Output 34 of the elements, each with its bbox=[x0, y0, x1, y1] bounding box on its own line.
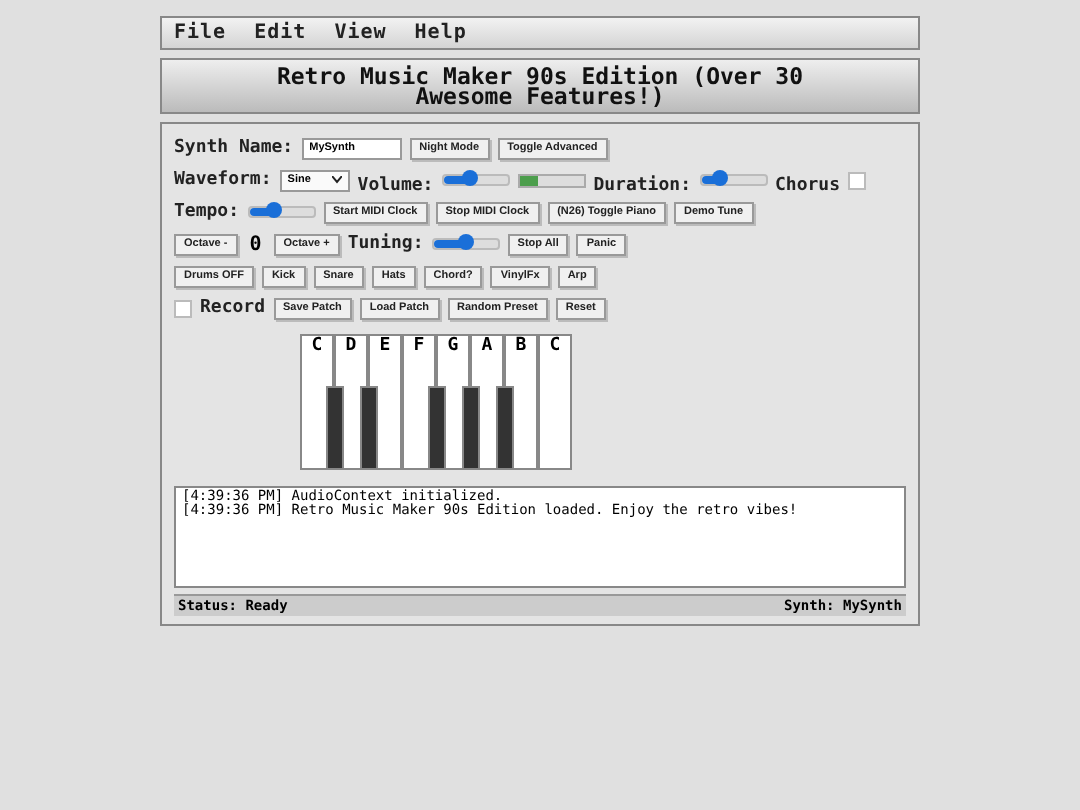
slider-track[interactable] bbox=[699, 174, 767, 186]
key-label: B bbox=[513, 336, 529, 356]
menu-item[interactable]: Help bbox=[414, 22, 467, 44]
checkbox[interactable] bbox=[848, 171, 867, 189]
key-label: E bbox=[377, 336, 393, 356]
control-label: Tuning: bbox=[347, 234, 424, 254]
control-label: Volume: bbox=[357, 176, 434, 196]
octave-value: 0 bbox=[249, 233, 262, 255]
control-label: Synth Name: bbox=[174, 138, 294, 158]
slider-thumb[interactable] bbox=[266, 202, 283, 218]
key-label: C bbox=[547, 336, 563, 356]
checkbox[interactable] bbox=[174, 299, 192, 317]
key-label: G bbox=[445, 336, 461, 356]
menu-item[interactable]: Edit bbox=[254, 22, 307, 44]
key-label: A bbox=[479, 336, 495, 356]
piano-keyboard[interactable]: C D E F G A B C bbox=[300, 334, 572, 470]
menu-item[interactable]: View bbox=[334, 22, 387, 44]
slider-thumb[interactable] bbox=[712, 170, 729, 186]
slider-track[interactable] bbox=[431, 238, 500, 250]
control-label: Chorus bbox=[775, 176, 841, 196]
menu-item[interactable]: File bbox=[174, 22, 227, 44]
slider-track[interactable] bbox=[247, 206, 316, 218]
control-label: Waveform: bbox=[174, 170, 272, 190]
key-label: D bbox=[343, 336, 359, 356]
control-label: Duration: bbox=[593, 176, 691, 196]
control-label: Tempo: bbox=[174, 202, 240, 222]
key-label: F bbox=[411, 336, 427, 356]
slider-track[interactable] bbox=[441, 174, 510, 186]
control-label: Record bbox=[200, 298, 266, 318]
key-label: C bbox=[309, 336, 325, 356]
caret-icon bbox=[331, 176, 342, 184]
app-title: Retro Music Maker 90s Edition (Over 30 Awesome Features!) bbox=[160, 58, 920, 114]
slider-thumb[interactable] bbox=[461, 170, 478, 186]
slider-thumb[interactable] bbox=[457, 234, 474, 250]
